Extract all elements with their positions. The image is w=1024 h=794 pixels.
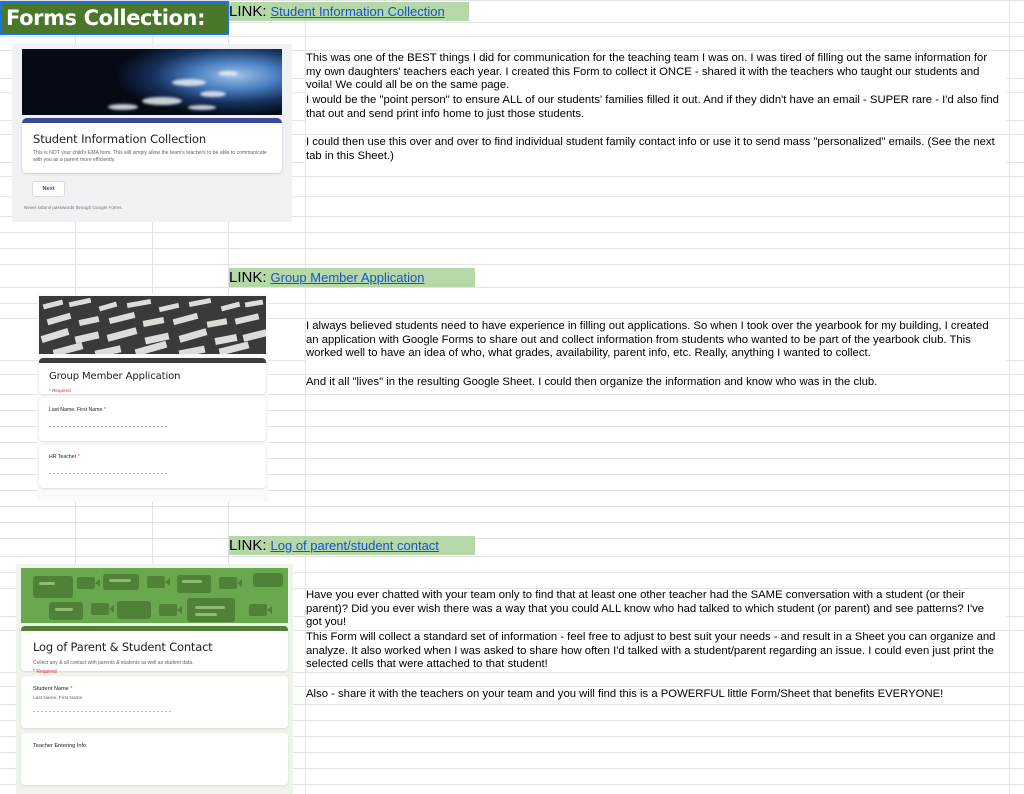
link-row-student-information[interactable]: LINK: Student Information Collection (229, 2, 469, 21)
form-screenshot-student-information: Student Information Collection This is N… (12, 44, 292, 222)
link-group-member-application[interactable]: Group Member Application (271, 270, 425, 285)
form-screenshot-log-of-parent-student-contact: Log of Parent & Student Contact Collect … (16, 564, 293, 794)
form-question-label: Teacher Entering Info (33, 743, 86, 749)
required-asterisk: * (77, 454, 80, 460)
form-banner-image-communication (21, 568, 288, 623)
question-label-text: Student Name (33, 686, 71, 692)
form-question-label: Student Name * (33, 686, 73, 692)
page-title[interactable]: Forms Collection: (0, 1, 229, 35)
form-question-label: Last Name, First Name * (49, 407, 106, 413)
grid-row-line (0, 36, 1024, 37)
form-header-card: Student Information Collection This is N… (22, 118, 282, 173)
form-required-note: * Required (49, 388, 71, 393)
page-title-text: Forms Collection: (6, 6, 206, 30)
grid-row-line (0, 264, 1024, 265)
form-header-card: Log of Parent & Student Contact Collect … (21, 626, 288, 675)
grid-row-line (0, 248, 1024, 249)
body-paragraph: I would be the "point person" to ensure … (306, 94, 1006, 122)
grid-row-line (0, 538, 1024, 539)
form-question-label: HR Teacher * (49, 454, 80, 460)
form-screenshot-group-member-application: Group Member Application * Required Last… (37, 294, 268, 502)
form-question-sublabel: Last Name, First Name (33, 696, 83, 701)
link-log-of-parent-student-contact[interactable]: Log of parent/student contact (271, 538, 439, 553)
required-asterisk: * (70, 686, 73, 692)
body-paragraph: Also - share it with the teachers on you… (306, 688, 1006, 702)
required-asterisk: * (103, 407, 106, 413)
body-paragraph: I always believed students need to have … (306, 320, 1006, 361)
body-paragraph: This was one of the BEST things I did fo… (306, 52, 1006, 93)
link-student-information-collection[interactable]: Student Information Collection (271, 4, 445, 19)
form-answer-line[interactable] (49, 473, 169, 474)
form-answer-line[interactable] (49, 426, 169, 427)
form-question-card: HR Teacher * (39, 445, 266, 488)
form-title: Student Information Collection (33, 132, 207, 146)
link-row-log-of-parent-student-contact[interactable]: LINK: Log of parent/student contact (229, 536, 475, 555)
grid-row-line (0, 506, 1024, 507)
form-banner-image-bricks (39, 296, 266, 354)
form-title: Group Member Application (49, 371, 181, 382)
link-label: LINK: (229, 537, 267, 554)
spreadsheet-canvas[interactable]: Forms Collection: LINK: Student Informat… (0, 0, 1024, 794)
form-required-note: * Required (33, 669, 57, 675)
question-label-text: Teacher Entering Info (33, 743, 87, 749)
link-label: LINK: (229, 269, 267, 286)
grid-row-line (0, 522, 1024, 523)
form-question-card: Teacher Entering Info (21, 733, 288, 785)
form-description: This is NOT your child's EMA form. This … (33, 150, 267, 164)
question-label-text: Last Name, First Name (49, 407, 104, 413)
form-footnote: Never submit passwords through Google Fo… (24, 205, 123, 210)
form-banner-image-earth (22, 49, 282, 115)
grid-row-line (0, 287, 1024, 288)
link-label: LINK: (229, 3, 267, 20)
body-paragraph: I could then use this over and over to f… (306, 136, 1006, 164)
grid-row-line (0, 556, 1024, 557)
form-answer-line[interactable] (33, 711, 173, 712)
body-paragraph: This Form will collect a standard set of… (306, 631, 1006, 672)
grid-row-line (0, 232, 1024, 233)
body-paragraph: And it all "lives" in the resulting Goog… (306, 376, 1006, 390)
form-question-card: Student Name * Last Name, First Name (21, 676, 288, 728)
link-row-group-member-application[interactable]: LINK: Group Member Application (229, 268, 475, 287)
form-question-card: Last Name, First Name * (39, 398, 266, 441)
form-description: Collect any & all contact with parents &… (33, 660, 194, 666)
question-label-text: HR Teacher (49, 454, 78, 460)
form-title: Log of Parent & Student Contact (33, 640, 213, 654)
body-paragraph: Have you ever chatted with your team onl… (306, 589, 1006, 630)
form-header-card: Group Member Application * Required (39, 358, 266, 394)
form-next-button[interactable]: Next (32, 181, 65, 197)
